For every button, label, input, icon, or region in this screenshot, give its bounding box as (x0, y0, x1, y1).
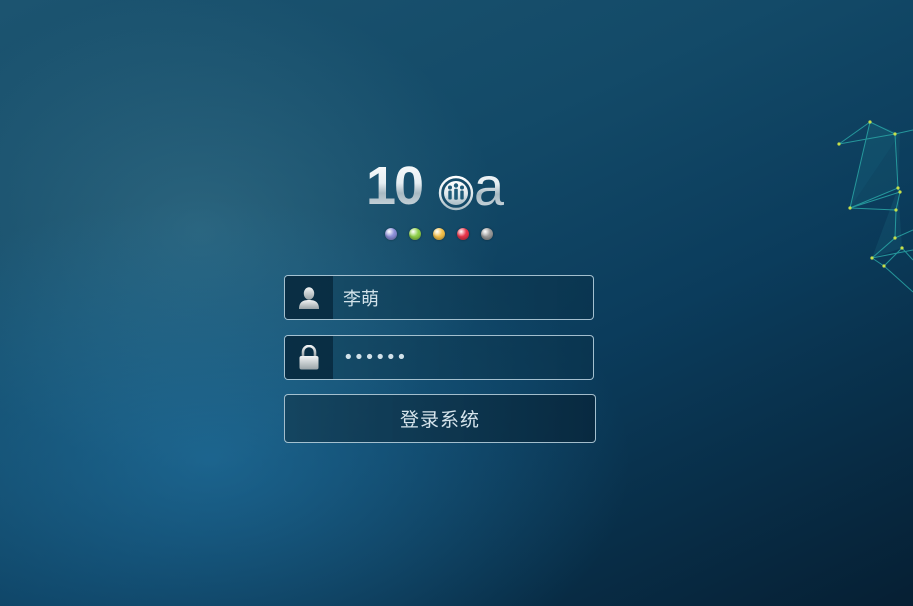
username-input[interactable] (333, 276, 593, 319)
dot-gray (481, 228, 493, 240)
login-button-label: 登录系统 (399, 409, 480, 431)
logo-digits: 10 (366, 156, 424, 216)
lock-icon (285, 336, 333, 379)
network-decoration (837, 120, 913, 293)
color-dots (385, 228, 495, 242)
app-logo: 10 a (366, 156, 511, 217)
dot-red (457, 228, 469, 240)
login-button[interactable]: 登录系统 (284, 394, 596, 443)
dot-purple (385, 228, 397, 240)
dot-green (409, 228, 421, 240)
dot-yellow (433, 228, 445, 240)
username-field (284, 275, 594, 320)
logo-people-icon (438, 175, 474, 211)
logo-letter: a (474, 157, 505, 217)
password-field (284, 335, 594, 380)
password-input[interactable] (333, 336, 593, 379)
user-icon (285, 276, 333, 319)
